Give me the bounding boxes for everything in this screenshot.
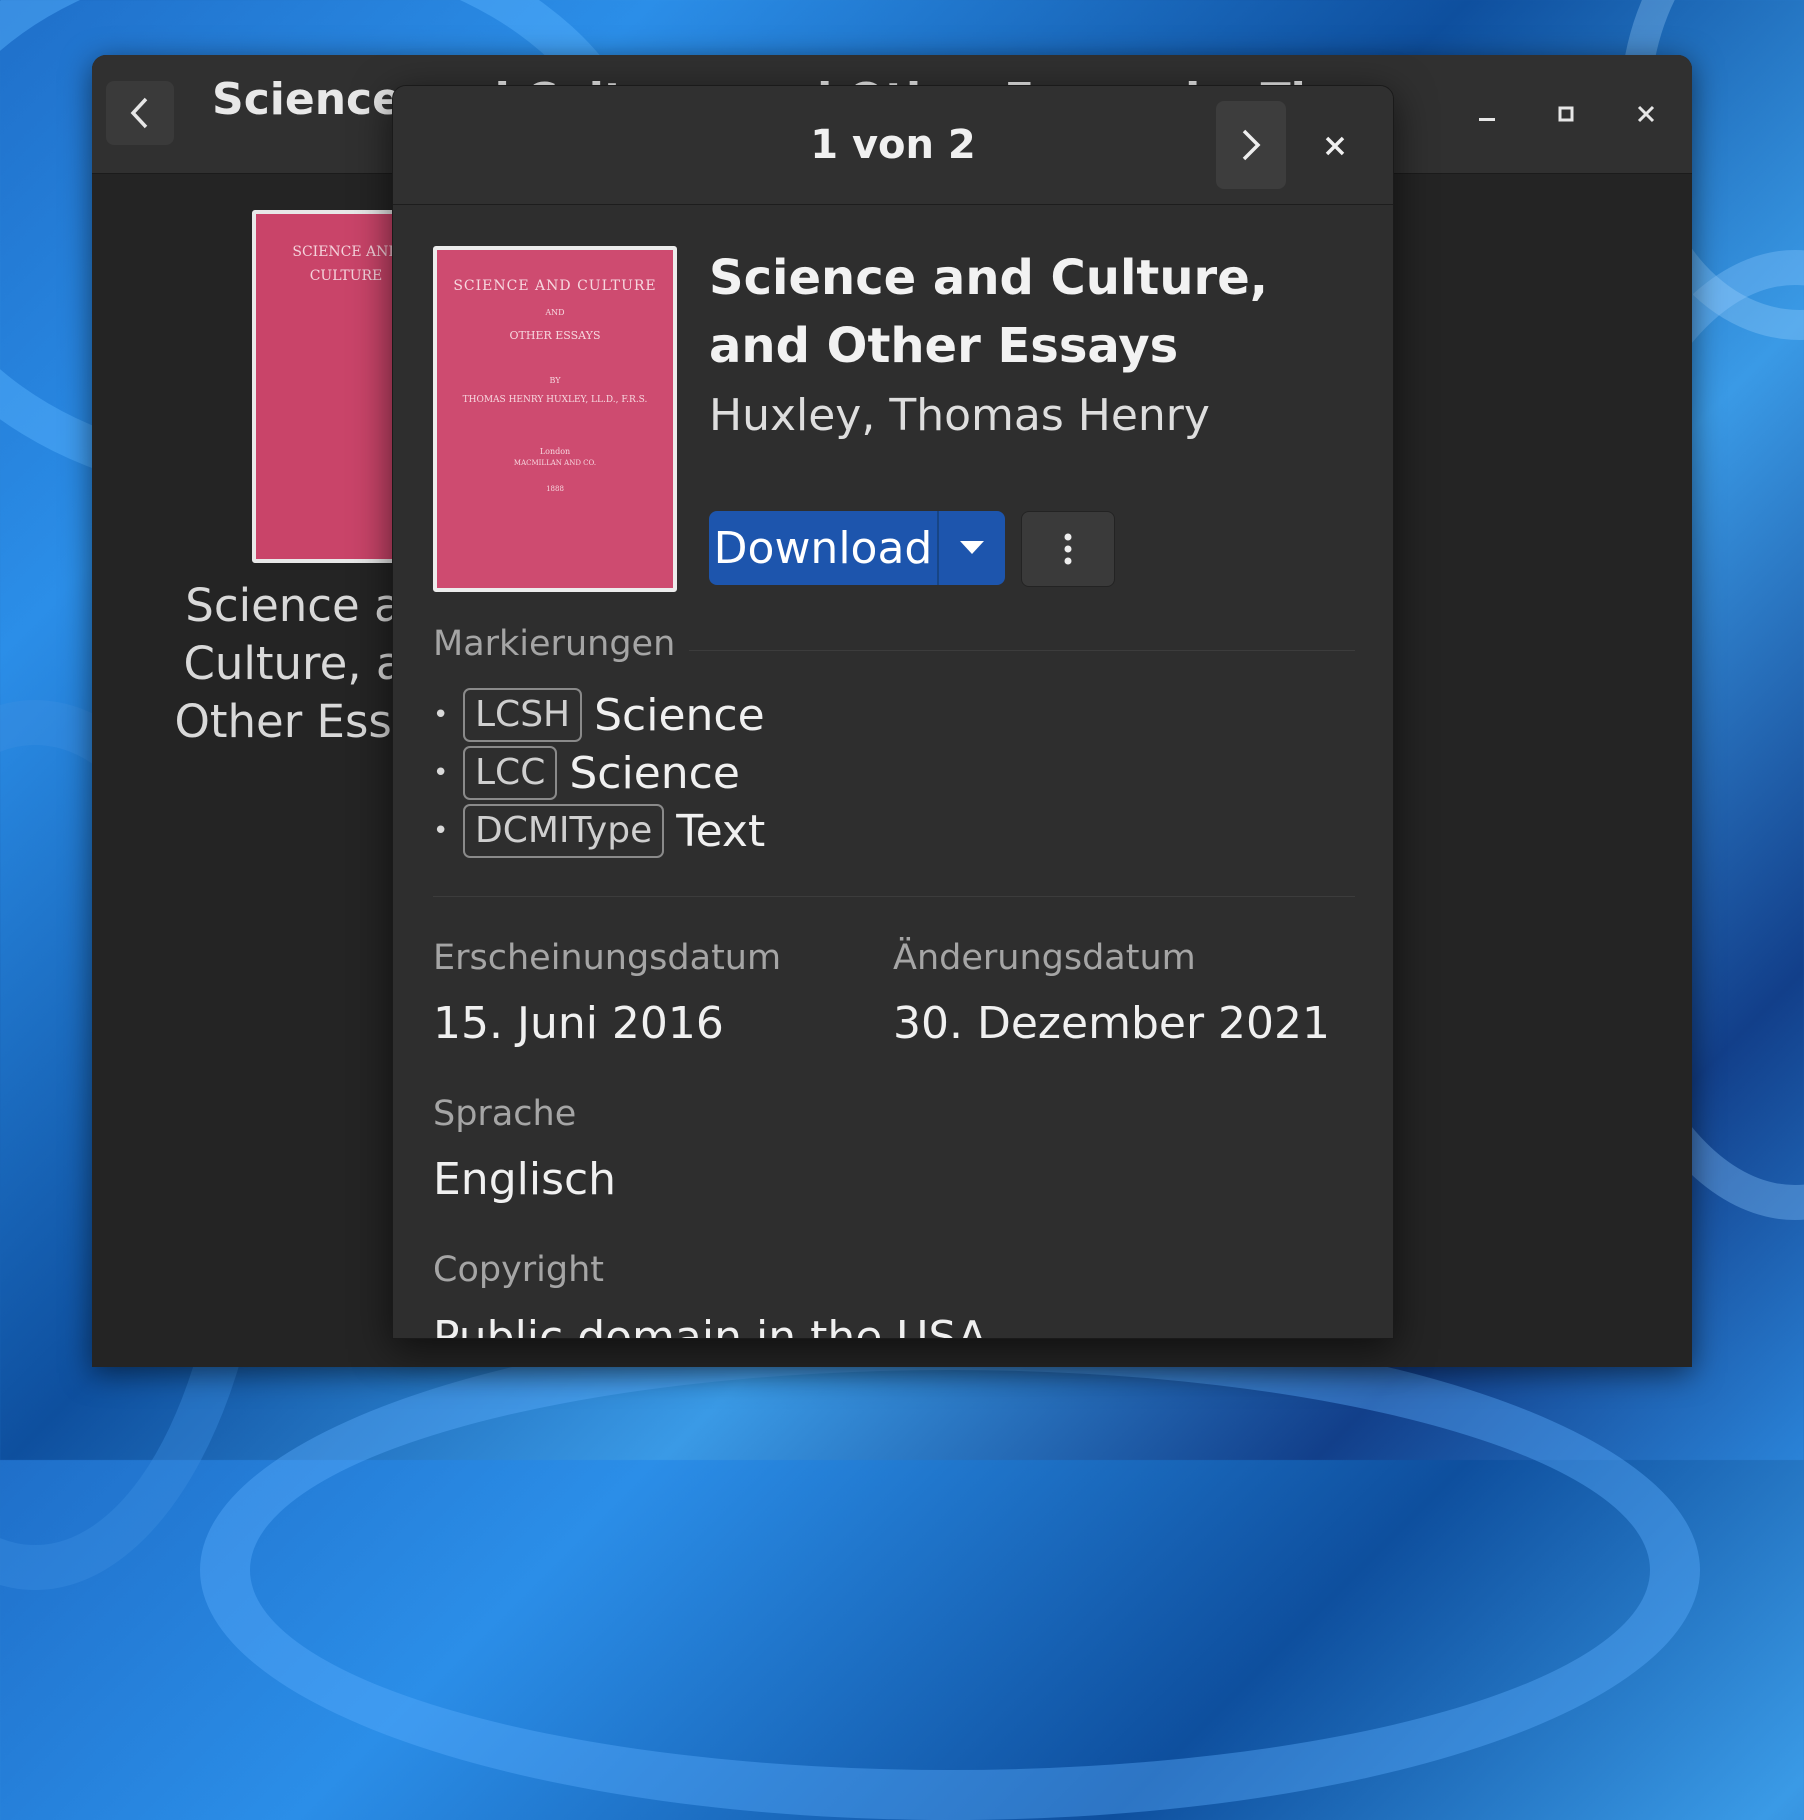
tag-scheme-badge: DCMIType [463, 804, 665, 858]
more-options-button[interactable] [1021, 511, 1115, 587]
tag-item[interactable]: • LCSH Science [433, 686, 765, 744]
chevron-right-icon [1242, 129, 1261, 161]
language-value: Englisch [433, 1154, 617, 1205]
tag-item[interactable]: • DCMIType Text [433, 802, 765, 860]
back-button[interactable] [106, 81, 174, 145]
cover-text: BY [549, 376, 561, 385]
cover-author: THOMAS HENRY HUXLEY, LL.D., F.R.S. [462, 395, 648, 405]
bullet-icon: • [433, 816, 449, 846]
download-split-button: Download [709, 511, 1005, 585]
language-label: Sprache [433, 1094, 577, 1134]
tags-section-label: Markierungen [433, 624, 690, 664]
tag-value: Science [569, 747, 740, 799]
book-author[interactable]: Huxley, Thomas Henry [709, 386, 1369, 446]
published-date-value: 15. Juni 2016 [433, 998, 724, 1049]
cover-year: 1888 [546, 485, 564, 493]
window-close-button[interactable] [1621, 89, 1671, 139]
cover-title: SCIENCE AND CULTURE [453, 278, 657, 294]
tag-scheme-badge: LCSH [463, 688, 583, 742]
dialog-header: 1 von 2 [393, 86, 1393, 205]
cover-subtitle: OTHER ESSAYS [509, 329, 601, 342]
cover-text: AND [545, 308, 565, 317]
published-date-label: Erscheinungsdatum [433, 938, 782, 978]
close-icon [1637, 105, 1655, 123]
maximize-icon [1558, 106, 1574, 122]
chevron-left-icon [130, 97, 148, 129]
book-title: Science and Culture, and Other Essays [709, 250, 1268, 374]
tag-item[interactable]: • LCC Science [433, 744, 740, 802]
section-divider [433, 896, 1355, 897]
tag-scheme-badge: LCC [463, 746, 558, 800]
book-details-dialog: 1 von 2 SCIENCE AND CULTURE AND OTHER ES… [392, 85, 1394, 1339]
cover-place: London [539, 447, 571, 456]
tag-value: Text [676, 805, 766, 857]
tag-value: Science [594, 689, 765, 741]
dialog-close-button[interactable] [1305, 116, 1365, 176]
bullet-icon: • [433, 700, 449, 730]
download-options-button[interactable] [939, 511, 1005, 585]
wallpaper-swirl [200, 1320, 1700, 1820]
cover-publisher: MACMILLAN AND CO. [513, 459, 597, 467]
minimize-button[interactable] [1462, 89, 1512, 139]
bullet-icon: • [433, 758, 449, 788]
download-button[interactable]: Download [709, 511, 939, 585]
copyright-label: Copyright [433, 1250, 605, 1290]
close-icon [1325, 136, 1345, 156]
book-cover: SCIENCE AND CULTURE AND OTHER ESSAYS BY … [433, 246, 677, 592]
modified-date-label: Änderungsdatum [893, 938, 1196, 978]
copyright-value: Public domain in the USA. [433, 1318, 1001, 1338]
next-button[interactable] [1216, 101, 1286, 189]
maximize-button[interactable] [1541, 89, 1591, 139]
vertical-ellipsis-icon [1064, 533, 1072, 565]
modified-date-value: 30. Dezember 2021 [893, 998, 1330, 1049]
minimize-icon [1479, 118, 1495, 121]
dropdown-arrow-icon [960, 541, 984, 554]
